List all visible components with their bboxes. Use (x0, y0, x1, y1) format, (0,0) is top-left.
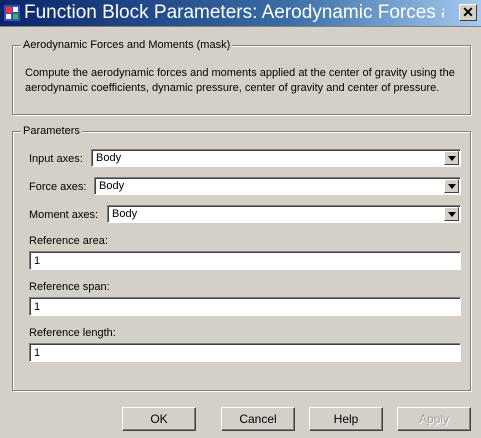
chevron-down-icon[interactable] (444, 151, 459, 165)
chevron-down-icon[interactable] (444, 207, 459, 221)
cancel-button[interactable]: Cancel (221, 407, 295, 431)
force-axes-dropdown[interactable]: Body (94, 177, 461, 195)
moment-axes-value: Body (112, 208, 138, 220)
input-axes-label: Input axes: (29, 153, 83, 165)
reference-span-field[interactable]: 1 (29, 297, 461, 316)
ok-button[interactable]: OK (122, 407, 196, 431)
window-title: Function Block Parameters: Aerodynamic F… (24, 2, 444, 23)
help-button[interactable]: Help (309, 407, 383, 431)
simulink-block-icon (4, 5, 20, 21)
mask-description: Compute the aerodynamic forces and momen… (25, 67, 455, 94)
reference-area-value: 1 (34, 255, 41, 267)
close-icon: ✕ (462, 4, 474, 20)
close-button[interactable]: ✕ (459, 4, 477, 21)
moment-axes-dropdown[interactable]: Body (107, 205, 461, 223)
apply-button[interactable]: Apply (397, 407, 471, 431)
reference-area-label: Reference area: (29, 235, 108, 247)
reference-area-field[interactable]: 1 (29, 251, 461, 270)
force-axes-value: Body (99, 180, 125, 192)
title-bar[interactable]: Function Block Parameters: Aerodynamic F… (0, 0, 481, 27)
reference-length-field[interactable]: 1 (29, 343, 461, 362)
reference-span-value: 1 (34, 301, 41, 313)
reference-length-value: 1 (34, 347, 41, 359)
parameters-group-label: Parameters (21, 124, 82, 138)
force-axes-label: Force axes: (29, 181, 87, 193)
mask-group: Aerodynamic Forces and Moments (mask) Co… (12, 38, 471, 115)
chevron-down-icon[interactable] (444, 179, 459, 193)
reference-span-label: Reference span: (29, 281, 110, 293)
input-axes-value: Body (96, 152, 122, 164)
moment-axes-label: Moment axes: (29, 209, 99, 221)
mask-group-label: Aerodynamic Forces and Moments (mask) (21, 38, 233, 52)
input-axes-dropdown[interactable]: Body (91, 149, 461, 167)
reference-length-label: Reference length: (29, 327, 116, 339)
